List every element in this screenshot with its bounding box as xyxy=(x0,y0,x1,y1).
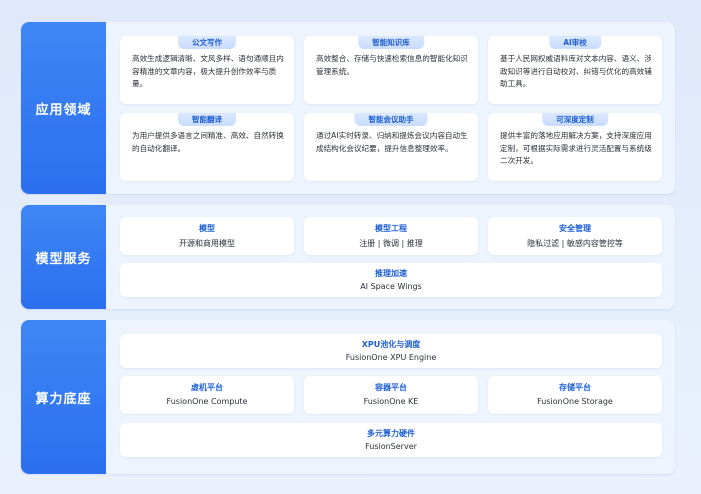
app-card-title: 公文写作 xyxy=(178,36,236,49)
app-card-title: 智能会议助手 xyxy=(354,113,428,126)
app-card-desc: 为用户提供多语言之间精准、高效、自然转换的自动化翻译。 xyxy=(132,131,284,153)
vm-platform-sub: FusionOne Compute xyxy=(166,397,248,406)
container-platform-sub: FusionOne KE xyxy=(363,397,419,406)
storage-platform-sub: FusionOne Storage xyxy=(537,397,613,406)
applications-panel: 应用领域 公文写作 高效生成逻辑清晰、文风多样、语句通顺且内容精准的文章内容，极… xyxy=(21,22,675,194)
app-card-title: 可深度定制 xyxy=(542,113,608,126)
heterogeneous-hardware-title: 多元算力硬件 xyxy=(367,429,415,438)
app-card-knowledge-base: 智能知识库 高效整合、存储与快速检索信息的智能化知识管理系统。 xyxy=(304,36,478,104)
app-card-ai-proofreading: AI审校 基于人民网权威语料库对文本内容、语义、涉政知识等进行自动校对、纠错与优… xyxy=(488,36,662,104)
app-card-document-writing: 公文写作 高效生成逻辑清晰、文风多样、语句通顺且内容精准的文章内容，极大提升创作… xyxy=(120,36,294,104)
model-engineering-card: 模型工程 注册 | 微调 | 推理 xyxy=(304,217,478,255)
container-platform-card: 容器平台 FusionOne KE xyxy=(304,376,478,414)
container-platform-title: 容器平台 xyxy=(375,383,407,392)
inference-acceleration-sub: AI Space Wings xyxy=(360,282,422,291)
vm-platform-title: 虚机平台 xyxy=(191,383,223,392)
heterogeneous-hardware-sub: FusionServer xyxy=(365,442,417,451)
model-services-panel: 模型服务 模型 开源和商用模型 模型工程 注册 | 微调 | 推理 安全管理 隐… xyxy=(21,205,675,309)
storage-platform-card: 存储平台 FusionOne Storage xyxy=(488,376,662,414)
model-engineering-sub: 注册 | 微调 | 推理 xyxy=(359,239,423,248)
app-card-title: 智能翻译 xyxy=(178,113,236,126)
app-card-desc: 高效整合、存储与快速检索信息的智能化知识管理系统。 xyxy=(316,54,468,76)
compute-body: XPU池化与调度 FusionOne XPU Engine 虚机平台 Fusio… xyxy=(106,320,675,474)
xpu-pooling-card: XPU池化与调度 FusionOne XPU Engine xyxy=(120,334,662,368)
model-services-body: 模型 开源和商用模型 模型工程 注册 | 微调 | 推理 安全管理 隐私过滤 |… xyxy=(106,205,675,309)
model-engineering-title: 模型工程 xyxy=(375,224,407,233)
model-card: 模型 开源和商用模型 xyxy=(120,217,294,255)
heterogeneous-hardware-card: 多元算力硬件 FusionServer xyxy=(120,423,662,457)
inference-acceleration-title: 推理加速 xyxy=(375,269,407,278)
compute-panel: 算力底座 XPU池化与调度 FusionOne XPU Engine 虚机平台 … xyxy=(21,320,675,474)
app-card-meeting-assistant: 智能会议助手 通过AI实时转录、归纳和提炼会议内容自动生成结构化会议纪要，提升信… xyxy=(304,113,478,181)
vm-platform-card: 虚机平台 FusionOne Compute xyxy=(120,376,294,414)
app-card-desc: 提供丰富的落地应用解决方案，支持深度应用定制，可根据实际需求进行灵活配置与系统级… xyxy=(500,131,652,165)
compute-label: 算力底座 xyxy=(21,320,106,474)
applications-label: 应用领域 xyxy=(21,22,106,194)
security-management-sub: 隐私过滤 | 敏感内容管控等 xyxy=(527,239,623,248)
app-card-title: 智能知识库 xyxy=(358,36,424,49)
app-card-title: AI审校 xyxy=(549,36,601,49)
app-card-desc: 高效生成逻辑清晰、文风多样、语句通顺且内容精准的文章内容，极大提升创作效率与质量… xyxy=(132,54,284,88)
storage-platform-title: 存储平台 xyxy=(559,383,591,392)
inference-acceleration-card: 推理加速 AI Space Wings xyxy=(120,263,662,297)
app-card-customization: 可深度定制 提供丰富的落地应用解决方案，支持深度应用定制，可根据实际需求进行灵活… xyxy=(488,113,662,181)
app-card-translation: 智能翻译 为用户提供多语言之间精准、高效、自然转换的自动化翻译。 xyxy=(120,113,294,181)
app-card-desc: 通过AI实时转录、归纳和提炼会议内容自动生成结构化会议纪要，提升信息整理效率。 xyxy=(316,131,468,153)
xpu-pooling-sub: FusionOne XPU Engine xyxy=(345,353,437,362)
model-card-sub: 开源和商用模型 xyxy=(179,239,235,248)
applications-body: 公文写作 高效生成逻辑清晰、文风多样、语句通顺且内容精准的文章内容，极大提升创作… xyxy=(106,22,675,194)
app-card-desc: 基于人民网权威语料库对文本内容、语义、涉政知识等进行自动校对、纠错与优化的高效辅… xyxy=(500,54,652,88)
model-card-title: 模型 xyxy=(199,224,215,233)
security-management-card: 安全管理 隐私过滤 | 敏感内容管控等 xyxy=(488,217,662,255)
xpu-pooling-title: XPU池化与调度 xyxy=(361,340,421,349)
model-services-label: 模型服务 xyxy=(21,205,106,309)
security-management-title: 安全管理 xyxy=(559,224,591,233)
